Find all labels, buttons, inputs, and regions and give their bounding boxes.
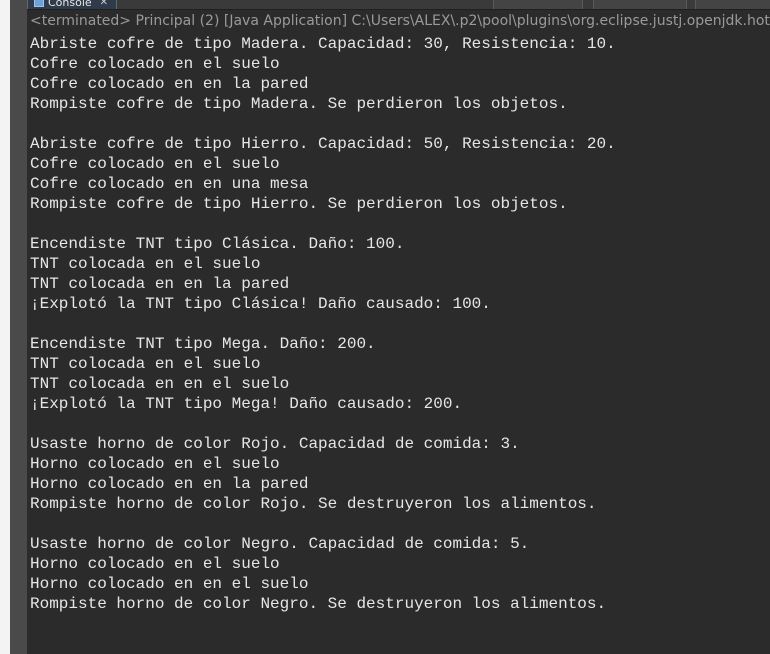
console-line: Cofre colocado en en una mesa [30, 175, 309, 193]
console-toolbar-left[interactable] [493, 0, 583, 9]
console-line: Horno colocado en en la pared [30, 475, 309, 493]
console-output[interactable]: Abriste cofre de tipo Madera. Capacidad:… [30, 34, 768, 614]
console-line: Abriste cofre de tipo Madera. Capacidad:… [30, 35, 616, 53]
console-line: Rompiste horno de color Rojo. Se destruy… [30, 495, 597, 513]
console-line: Rompiste cofre de tipo Hierro. Se perdie… [30, 195, 568, 213]
console-icon [34, 0, 44, 7]
tab-console[interactable]: Console ✕ [27, 0, 118, 9]
console-line: TNT colocada en en el suelo [30, 375, 290, 393]
console-line: TNT colocada en el suelo [30, 255, 261, 273]
console-line: Abriste cofre de tipo Hierro. Capacidad:… [30, 135, 616, 153]
tab-console-label: Console [48, 0, 92, 9]
console-line: ¡Explotó la TNT tipo Mega! Daño causado:… [30, 395, 463, 413]
side-panel-edge [10, 0, 27, 654]
console-line: Horno colocado en el suelo [30, 555, 280, 573]
console-line: TNT colocada en en la pared [30, 275, 290, 293]
console-line: Horno colocado en el suelo [30, 455, 280, 473]
console-toolbar-right[interactable] [695, 0, 770, 9]
eclipse-window: Console ✕ <terminated> Principal (2) [Ja… [0, 0, 770, 654]
console-line: Cofre colocado en el suelo [30, 55, 280, 73]
console-line: ¡Explotó la TNT tipo Clásica! Daño causa… [30, 295, 491, 313]
console-toolbar-middle[interactable] [593, 0, 687, 9]
console-line: Usaste horno de color Negro. Capacidad d… [30, 535, 530, 553]
left-margin [0, 0, 10, 654]
launch-status: <terminated> Principal (2) [Java Applica… [30, 13, 770, 29]
console-line: Rompiste horno de color Negro. Se destru… [30, 595, 607, 613]
console-line: Rompiste cofre de tipo Madera. Se perdie… [30, 95, 568, 113]
close-icon[interactable]: ✕ [100, 0, 108, 9]
view-tab-bar: Console ✕ [27, 0, 770, 10]
console-line: Encendiste TNT tipo Mega. Daño: 200. [30, 335, 376, 353]
console-line: Cofre colocado en el suelo [30, 155, 280, 173]
console-line: Horno colocado en en el suelo [30, 575, 309, 593]
console-line: TNT colocada en el suelo [30, 355, 261, 373]
console-line: Cofre colocado en en la pared [30, 75, 309, 93]
console-view: Console ✕ <terminated> Principal (2) [Ja… [27, 0, 770, 654]
console-line: Encendiste TNT tipo Clásica. Daño: 100. [30, 235, 405, 253]
console-line: Usaste horno de color Rojo. Capacidad de… [30, 435, 520, 453]
